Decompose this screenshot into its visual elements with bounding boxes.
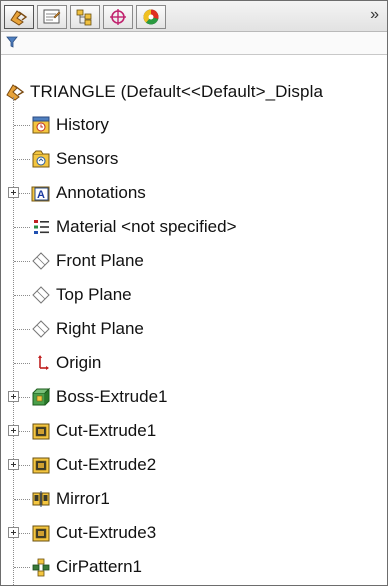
tree-item-cirpattern1[interactable]: CirPattern1 — [1, 555, 387, 579]
expand-icon[interactable] — [8, 459, 19, 470]
part-icon — [6, 84, 25, 101]
annotations-icon: A — [31, 186, 50, 202]
tab-dimxpert-manager[interactable] — [103, 5, 133, 29]
tree-item-cut-extrude2[interactable]: Cut-Extrude2 — [1, 453, 387, 477]
plane-icon — [32, 320, 50, 338]
cut-extrude-icon — [32, 457, 50, 474]
svg-text:A: A — [37, 189, 45, 201]
expand-icon[interactable] — [8, 527, 19, 538]
tree-item-label: Mirror1 — [56, 489, 110, 508]
mirror-icon — [32, 491, 50, 507]
origin-icon — [38, 355, 49, 370]
tree-item-label: Top Plane — [56, 285, 132, 304]
tree-item-material[interactable]: Material <not specified> — [1, 215, 387, 239]
expand-icon[interactable] — [8, 391, 19, 402]
tree-item-label: Cut-Extrude1 — [56, 421, 157, 440]
history-icon — [32, 116, 50, 134]
tree-item-label: Origin — [56, 353, 102, 372]
tree-item-label: CirPattern1 — [56, 557, 142, 576]
tab-configuration-manager[interactable] — [70, 5, 100, 29]
tree-item-label: Cut-Extrude2 — [56, 455, 157, 474]
expand-icon[interactable] — [8, 187, 19, 198]
tree-item-label: Right Plane — [56, 319, 144, 338]
tree-item-label: History — [56, 115, 109, 134]
cut-extrude-icon — [32, 525, 50, 542]
boss-extrude-icon — [32, 387, 51, 406]
tree-item-label: Sensors — [56, 149, 119, 168]
tree-item-cut-extrude3[interactable]: Cut-Extrude3 — [1, 521, 387, 545]
display-manager-icon — [143, 9, 159, 25]
tree-item-history[interactable]: History — [1, 113, 387, 137]
tab-display-manager[interactable] — [136, 5, 166, 29]
material-icon — [34, 220, 49, 234]
tree-item-right-plane[interactable]: Right Plane — [1, 317, 387, 341]
plane-icon — [32, 286, 50, 304]
more-tabs-chevron-icon[interactable]: » — [370, 6, 379, 24]
tree-item-label: Front Plane — [56, 251, 144, 270]
tree-root-label: TRIANGLE (Default<<Default>_Displa — [30, 82, 324, 101]
tree-item-label: Boss-Extrude1 — [56, 387, 168, 406]
tree-item-front-plane[interactable]: Front Plane — [1, 249, 387, 273]
tree-item-cut-extrude1[interactable]: Cut-Extrude1 — [1, 419, 387, 443]
tree-item-annotations[interactable]: A Annotations — [1, 181, 387, 205]
tree-item-top-plane[interactable]: Top Plane — [1, 283, 387, 307]
tree-item-sensors[interactable]: Sensors — [1, 147, 387, 171]
filter-bar — [1, 32, 387, 55]
circular-pattern-icon — [32, 558, 50, 577]
configuration-manager-icon — [76, 9, 92, 26]
tree-item-mirror1[interactable]: Mirror1 — [1, 487, 387, 511]
cut-extrude-icon — [32, 423, 50, 440]
tree-root-part[interactable]: TRIANGLE (Default<<Default>_Displa — [5, 79, 323, 105]
filter-icon[interactable] — [6, 36, 18, 48]
tab-property-manager[interactable] — [37, 5, 67, 29]
plane-icon — [32, 252, 50, 270]
feature-manager-icon — [10, 10, 28, 26]
sensors-icon — [32, 150, 50, 168]
property-manager-icon — [43, 9, 61, 24]
tree-item-boss-extrude1[interactable]: Boss-Extrude1 — [1, 385, 387, 409]
tab-feature-manager[interactable] — [4, 5, 34, 29]
tree-item-origin[interactable]: Origin — [1, 351, 387, 375]
tree-item-label: Cut-Extrude3 — [56, 523, 157, 542]
expand-icon[interactable] — [8, 425, 19, 436]
tree-item-label: Material <not specified> — [56, 217, 237, 236]
feature-manager-panel: » TRIANGLE (Default<<Default>_Displa His… — [0, 0, 388, 586]
manager-tab-bar: » — [1, 1, 387, 32]
tree-item-label: Annotations — [56, 183, 146, 202]
dimxpert-manager-icon — [110, 9, 126, 25]
